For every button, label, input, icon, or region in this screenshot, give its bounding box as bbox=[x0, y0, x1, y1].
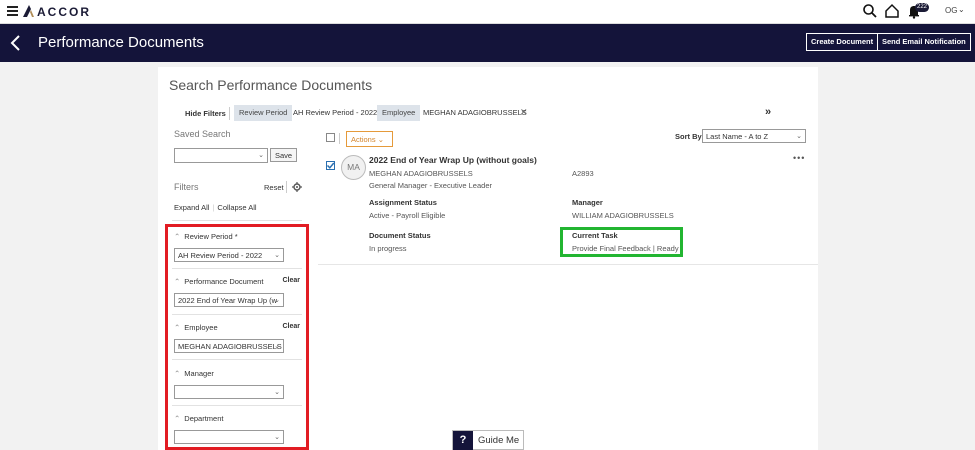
employee-position: General Manager - Executive Leader bbox=[369, 181, 492, 190]
chevron-down-icon: ⌄ bbox=[796, 133, 802, 140]
divider bbox=[339, 133, 340, 144]
actions-button[interactable]: Actions ⌄ bbox=[346, 131, 393, 147]
divider bbox=[229, 107, 230, 120]
reset-link[interactable]: Reset bbox=[264, 183, 284, 192]
saved-search-select[interactable]: ⌄ bbox=[174, 148, 268, 163]
page-title: Performance Documents bbox=[38, 34, 204, 51]
filters-highlight bbox=[165, 224, 309, 450]
guide-me-button[interactable]: ? Guide Me bbox=[452, 430, 524, 450]
send-email-notification-button[interactable]: Send Email Notification bbox=[877, 33, 971, 51]
back-arrow-icon[interactable] bbox=[9, 33, 23, 53]
filters-label: Filters bbox=[174, 182, 199, 192]
search-panel: Search Performance Documents Hide Filter… bbox=[158, 67, 818, 450]
manager-label: Manager bbox=[572, 198, 603, 207]
check-icon bbox=[326, 162, 335, 169]
employee-id: A2893 bbox=[572, 169, 594, 178]
chevron-down-icon: ⌄ bbox=[258, 152, 264, 159]
actions-label: Actions bbox=[351, 134, 376, 144]
select-all-checkbox[interactable] bbox=[326, 133, 335, 142]
gear-icon[interactable] bbox=[292, 182, 302, 192]
sort-by-label: Sort By bbox=[675, 132, 702, 141]
notification-badge: 222 bbox=[915, 3, 930, 12]
row-checkbox[interactable] bbox=[326, 161, 335, 170]
expand-all-link[interactable]: Expand All bbox=[174, 203, 209, 212]
menu-icon[interactable] bbox=[7, 6, 18, 16]
employee-name: MEGHAN ADAGIOBRUSSELS bbox=[369, 169, 473, 178]
hide-filters-link[interactable]: Hide Filters bbox=[185, 109, 226, 118]
top-bar: ACCOR 222 OG ⌄ bbox=[0, 0, 975, 24]
document-title[interactable]: 2022 End of Year Wrap Up (without goals) bbox=[369, 155, 537, 165]
saved-search-label: Saved Search bbox=[174, 129, 231, 139]
divider bbox=[286, 181, 287, 193]
document-status-label: Document Status bbox=[369, 231, 431, 240]
help-icon: ? bbox=[453, 431, 473, 450]
panel-title: Search Performance Documents bbox=[169, 77, 373, 93]
divider bbox=[318, 264, 818, 265]
filter-chip-value: AH Review Period - 2022 bbox=[293, 108, 378, 117]
brand-name: ACCOR bbox=[37, 5, 91, 19]
expand-chips-icon[interactable]: » bbox=[765, 106, 771, 118]
search-icon[interactable] bbox=[862, 3, 878, 19]
save-button[interactable]: Save bbox=[270, 148, 297, 162]
user-menu[interactable]: OG bbox=[945, 6, 957, 15]
expand-collapse-links: Expand All | Collapse All bbox=[174, 203, 257, 212]
assignment-status-label: Assignment Status bbox=[369, 198, 437, 207]
accor-logo-icon bbox=[23, 5, 34, 17]
filter-chip-value: MEGHAN ADAGIOBRUSSELS bbox=[423, 108, 527, 117]
sort-by-select[interactable]: Last Name - A to Z ⌄ bbox=[702, 129, 806, 143]
collapse-all-link[interactable]: Collapse All bbox=[217, 203, 256, 212]
manager-value: WILLIAM ADAGIOBRUSSELS bbox=[572, 211, 674, 220]
home-icon[interactable] bbox=[884, 3, 900, 19]
current-task-highlight bbox=[560, 227, 683, 257]
divider bbox=[172, 220, 302, 221]
filter-chip-key: Review Period bbox=[234, 105, 293, 121]
more-options-icon[interactable]: ••• bbox=[793, 153, 805, 163]
guide-me-label: Guide Me bbox=[478, 435, 520, 446]
active-filter-bar: Hide Filters Review Period AH Review Per… bbox=[158, 104, 818, 123]
create-document-button[interactable]: Create Document bbox=[806, 33, 879, 51]
assignment-status-value: Active - Payroll Eligible bbox=[369, 211, 446, 220]
page-header: Performance Documents Create Document Se… bbox=[0, 24, 975, 62]
document-status-value: In progress bbox=[369, 244, 407, 253]
close-icon[interactable]: ✕ bbox=[520, 108, 528, 117]
filter-chip-key: Employee bbox=[377, 105, 421, 121]
chevron-down-icon: ⌄ bbox=[377, 134, 384, 144]
avatar: MA bbox=[341, 155, 366, 180]
chevron-down-icon[interactable]: ⌄ bbox=[958, 5, 965, 14]
